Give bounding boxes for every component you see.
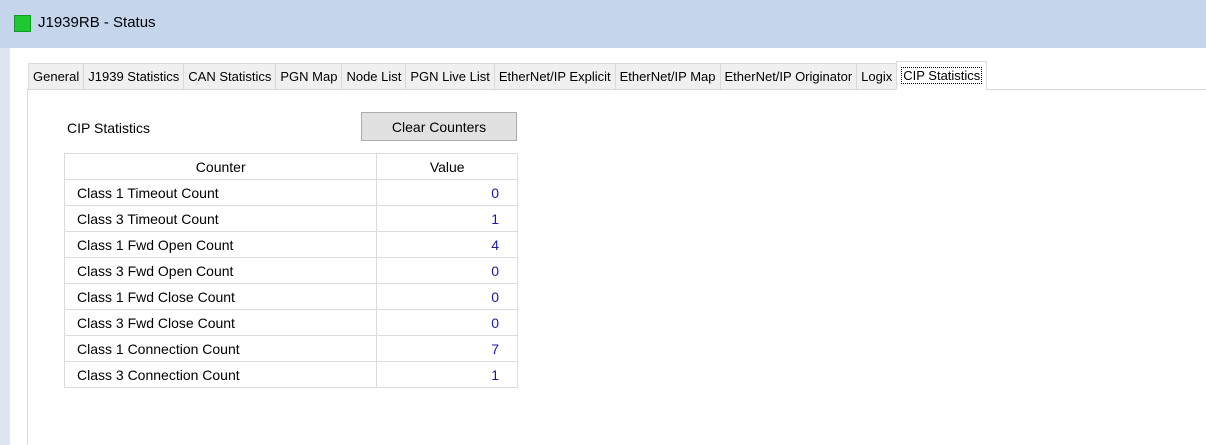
tab-label: Node List xyxy=(346,69,402,84)
status-window: J1939RB - Status General J1939 Statistic… xyxy=(0,0,1206,445)
counter-value-cell: 0 xyxy=(376,309,518,336)
tab-label: PGN Map xyxy=(280,69,338,84)
table-row[interactable]: Class 3 Timeout Count 1 xyxy=(63,205,518,232)
title-bar: J1939RB - Status xyxy=(0,0,1206,48)
tab-j1939-statistics[interactable]: J1939 Statistics xyxy=(83,63,184,90)
window-title: J1939RB - Status xyxy=(38,14,156,31)
counter-value-cell: 0 xyxy=(376,283,518,310)
counter-value-cell: 1 xyxy=(376,361,518,388)
table-header-row: Counter Value xyxy=(63,153,518,180)
table-row[interactable]: Class 1 Timeout Count 0 xyxy=(63,179,518,206)
counter-name-cell: Class 1 Fwd Close Count xyxy=(63,283,378,310)
clear-counters-button[interactable]: Clear Counters xyxy=(361,112,517,141)
tab-ethernet-ip-originator[interactable]: EtherNet/IP Originator xyxy=(719,63,857,90)
status-indicator-icon xyxy=(14,15,31,32)
tab-pgn-map[interactable]: PGN Map xyxy=(275,63,342,90)
counter-name-cell: Class 1 Connection Count xyxy=(63,335,378,362)
tab-can-statistics[interactable]: CAN Statistics xyxy=(183,63,276,90)
cip-statistics-table: Counter Value Class 1 Timeout Count 0 Cl… xyxy=(63,153,518,388)
counter-value-cell: 7 xyxy=(376,335,518,362)
counter-name-cell: Class 3 Fwd Close Count xyxy=(63,309,378,336)
tab-label: Logix xyxy=(861,69,893,84)
counter-value-cell: 0 xyxy=(376,257,518,284)
counter-value-cell: 0 xyxy=(376,179,518,206)
counter-name-cell: Class 3 Connection Count xyxy=(63,361,378,388)
counter-name-cell: Class 3 Timeout Count xyxy=(63,205,378,232)
table-row[interactable]: Class 1 Connection Count 7 xyxy=(63,335,518,362)
tab-pgn-live-list[interactable]: PGN Live List xyxy=(405,63,494,90)
tab-label: PGN Live List xyxy=(410,69,490,84)
section-title: CIP Statistics xyxy=(67,120,150,136)
table-row[interactable]: Class 1 Fwd Open Count 4 xyxy=(63,231,518,258)
column-header-counter[interactable]: Counter xyxy=(63,153,378,180)
left-frame-strip xyxy=(0,48,10,445)
table-row[interactable]: Class 1 Fwd Close Count 0 xyxy=(63,283,518,310)
tab-label: General xyxy=(33,69,80,84)
counter-name-cell: Class 1 Timeout Count xyxy=(63,179,378,206)
tab-label: EtherNet/IP Originator xyxy=(724,69,853,84)
tab-logix[interactable]: Logix xyxy=(856,63,897,90)
tab-label: EtherNet/IP Map xyxy=(619,69,716,84)
tab-cip-statistics[interactable]: CIP Statistics xyxy=(896,61,988,90)
tab-label: EtherNet/IP Explicit xyxy=(498,69,611,84)
counter-name-cell: Class 1 Fwd Open Count xyxy=(63,231,378,258)
tab-label: J1939 Statistics xyxy=(88,69,180,84)
tab-label: CAN Statistics xyxy=(188,69,272,84)
counter-name-cell: Class 3 Fwd Open Count xyxy=(63,257,378,284)
tab-general[interactable]: General xyxy=(28,63,84,90)
tab-strip: General J1939 Statistics CAN Statistics … xyxy=(28,61,988,90)
tab-label: CIP Statistics xyxy=(901,67,983,84)
table-row[interactable]: Class 3 Fwd Open Count 0 xyxy=(63,257,518,284)
counter-value-cell: 4 xyxy=(376,231,518,258)
counter-value-cell: 1 xyxy=(376,205,518,232)
table-row[interactable]: Class 3 Fwd Close Count 0 xyxy=(63,309,518,336)
tab-ethernet-ip-map[interactable]: EtherNet/IP Map xyxy=(614,63,720,90)
table-row[interactable]: Class 3 Connection Count 1 xyxy=(63,361,518,388)
tab-node-list[interactable]: Node List xyxy=(341,63,406,90)
column-header-value[interactable]: Value xyxy=(376,153,518,180)
tab-ethernet-ip-explicit[interactable]: EtherNet/IP Explicit xyxy=(493,63,615,90)
